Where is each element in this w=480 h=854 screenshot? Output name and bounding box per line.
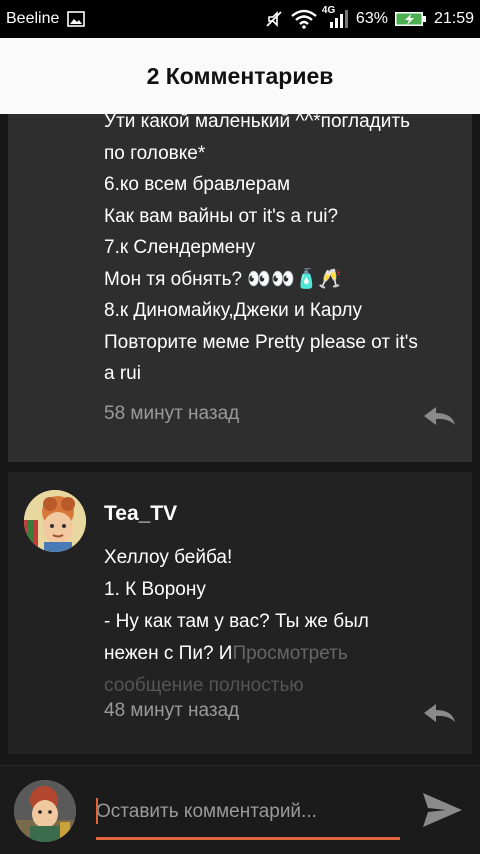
comment-line: по головке* <box>104 142 206 164</box>
comment-input[interactable] <box>96 792 400 832</box>
comment-input-wrap <box>96 792 400 840</box>
input-underline <box>96 837 400 840</box>
reply-icon[interactable] <box>422 405 456 427</box>
reply-icon[interactable] <box>422 702 456 724</box>
mute-icon <box>266 11 282 27</box>
comment-card: Tea_TV Хеллоу бейба! 1. К Ворону - Ну ка… <box>8 472 472 754</box>
comment-line: 8.к Диномайку,Джеки и Карлу <box>104 300 363 321</box>
comment-composer <box>0 765 480 854</box>
carrier-label: Beeline <box>6 10 60 27</box>
show-full-message-link-cont[interactable]: сообщение полностью <box>104 670 462 702</box>
comment-body: Ути какой маленький ^^*погладить по голо… <box>104 114 462 390</box>
text-cursor <box>96 798 98 824</box>
comment-line: Ути какой маленький ^^*погладить <box>104 114 410 132</box>
send-icon[interactable] <box>420 790 464 830</box>
status-bar: Beeline 4G 63% 21:59 <box>0 0 480 38</box>
app-header: 2 Комментариев <box>0 38 480 114</box>
image-icon <box>67 11 86 27</box>
comment-line: a rui <box>104 363 141 384</box>
signal-icon <box>329 10 348 28</box>
my-avatar-image <box>14 780 76 842</box>
comment-line: нежен с Пи? ИПросмотреть <box>104 638 462 670</box>
user-avatar-image <box>24 490 86 552</box>
comment-line: 1. К Ворону <box>104 579 206 600</box>
comment-line-partial: нежен с Пи? И <box>104 643 233 664</box>
comment-line: Мон тя обнять? 👀👀🧴🥂 <box>104 268 342 290</box>
comment-line: 6.ко всем бравлерам <box>104 174 291 195</box>
avatar[interactable] <box>24 490 86 552</box>
comment-line: - Ну как там у вас? Ты же был <box>104 611 369 632</box>
comment-line: Хеллоу бейба! <box>104 547 233 568</box>
comment-line: 7.к Слендермену <box>104 237 256 258</box>
battery-icon <box>394 12 426 26</box>
comment-line: Повторите меме Pretty please от it's <box>104 331 418 353</box>
signal-indicator: 4G <box>322 5 350 30</box>
comment-username[interactable]: Tea_TV <box>104 502 177 526</box>
wifi-icon <box>291 9 317 29</box>
battery-percent: 63% <box>355 10 388 27</box>
my-avatar[interactable] <box>14 780 76 842</box>
page-title: 2 Комментариев <box>146 62 334 89</box>
comment-card: Ути какой маленький ^^*погладить по голо… <box>8 114 472 462</box>
comment-body: Хеллоу бейба! 1. К Ворону - Ну как там у… <box>104 542 462 702</box>
show-full-message-link[interactable]: Просмотреть <box>232 643 347 664</box>
clock: 21:59 <box>433 10 474 27</box>
comment-line: Как вам вайны от it's a rui? <box>104 205 339 227</box>
comment-time: 48 минут назад <box>104 700 240 721</box>
comment-time: 58 минут назад <box>104 403 240 424</box>
comments-list[interactable]: Ути какой маленький ^^*погладить по голо… <box>0 114 480 765</box>
